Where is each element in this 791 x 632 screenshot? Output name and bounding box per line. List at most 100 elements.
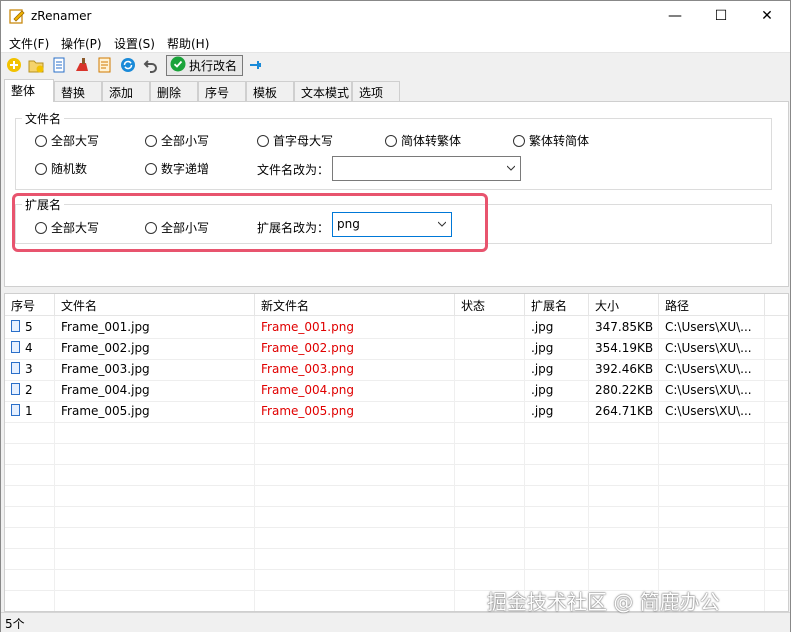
cell-extension-text: .jpg (531, 383, 554, 397)
radio-filename-capitalize[interactable]: 首字母大写 (257, 132, 333, 149)
column-divider (254, 316, 255, 611)
cell-size-text: 264.71KB (595, 404, 654, 418)
radio-label: 全部大写 (51, 134, 100, 148)
cell-size-text: 280.22KB (595, 383, 654, 397)
file-icon (11, 362, 20, 374)
title-bar: zRenamer — ☐ ✕ (1, 1, 790, 31)
radio-traditional-to-simplified[interactable]: 繁体转简体 (513, 132, 589, 149)
cell-status (455, 359, 525, 380)
clear-icon[interactable] (73, 56, 91, 74)
cell-path: C:\Users\XU\... (659, 338, 765, 359)
column-divider (524, 316, 525, 611)
row-divider (5, 422, 788, 423)
cell-filename: Frame_001.jpg (55, 317, 255, 338)
radio-ext-lower[interactable]: 全部小写 (145, 219, 209, 236)
cell-no: 2 (5, 380, 55, 401)
tab-delete[interactable]: 删除 (150, 81, 198, 101)
cell-filename-text: Frame_002.jpg (61, 341, 150, 355)
table-row[interactable]: 4 Frame_002.jpg Frame_002.png .jpg 354.19KB C… (5, 338, 788, 359)
radio-circle-icon (145, 162, 157, 175)
refresh-icon[interactable] (119, 56, 137, 74)
execute-rename-button[interactable]: 执行改名 (166, 55, 243, 76)
radio-simplified-to-traditional[interactable]: 简体转繁体 (385, 132, 461, 149)
cell-status (455, 401, 525, 422)
cell-size-text: 392.46KB (595, 362, 654, 376)
row-divider (5, 464, 788, 465)
tab-template[interactable]: 模板 (246, 81, 294, 101)
extension-change-select[interactable]: png (332, 212, 452, 237)
pin-icon[interactable] (247, 56, 265, 74)
maximize-button[interactable]: ☐ (698, 1, 744, 31)
tab-text-mode[interactable]: 文本模式 (294, 81, 352, 101)
maximize-icon: ☐ (714, 8, 728, 24)
minimize-button[interactable]: — (652, 1, 698, 31)
menu-settings[interactable]: 设置(S) (114, 35, 155, 52)
cell-extension-text: .jpg (531, 362, 554, 376)
column-divider (54, 316, 55, 611)
col-header-extension[interactable]: 扩展名 (525, 294, 589, 316)
file-icon (11, 383, 20, 395)
cell-filename: Frame_003.jpg (55, 359, 255, 380)
radio-random-number[interactable]: 随机数 (35, 160, 87, 177)
cell-path: C:\Users\XU\... (659, 317, 765, 338)
cell-filename-text: Frame_003.jpg (61, 362, 150, 376)
toolbar: 执行改名 (1, 53, 790, 78)
cell-status (455, 338, 525, 359)
chevron-down-icon (438, 221, 446, 227)
cell-no-text: 4 (25, 341, 33, 355)
cell-new-filename: Frame_003.png (255, 359, 455, 380)
list-edit-icon[interactable] (96, 56, 114, 74)
check-icon (170, 56, 186, 75)
cell-no-text: 5 (25, 320, 33, 334)
cell-no-text: 3 (25, 362, 33, 376)
table-row[interactable]: 5 Frame_001.jpg Frame_001.png .jpg 347.85KB C… (5, 317, 788, 338)
cell-new-filename: Frame_001.png (255, 317, 455, 338)
radio-ext-upper[interactable]: 全部大写 (35, 219, 99, 236)
extension-change-value: png (337, 217, 360, 231)
filename-legend: 文件名 (25, 112, 62, 126)
radio-filename-lower[interactable]: 全部小写 (145, 132, 209, 149)
row-divider (5, 485, 788, 486)
radio-number-increment[interactable]: 数字递增 (145, 160, 209, 177)
tab-overall[interactable]: 整体 (4, 79, 54, 102)
table-row[interactable]: 1 Frame_005.jpg Frame_005.png .jpg 264.71KB C… (5, 401, 788, 422)
menu-file[interactable]: 文件(F) (9, 35, 49, 52)
cell-extension: .jpg (525, 380, 589, 401)
col-header-filename[interactable]: 文件名 (55, 294, 255, 316)
menu-operation[interactable]: 操作(P) (61, 35, 102, 52)
list-header: 序号 文件名 新文件名 状态 扩展名 大小 路径 (5, 294, 788, 316)
col-header-size[interactable]: 大小 (589, 294, 659, 316)
cell-path-text: C:\Users\XU\... (665, 341, 752, 355)
cell-new-filename-text: Frame_002.png (261, 341, 354, 355)
undo-icon[interactable] (142, 56, 160, 74)
tab-options[interactable]: 选项 (352, 81, 400, 101)
cell-extension: .jpg (525, 359, 589, 380)
cell-filename: Frame_002.jpg (55, 338, 255, 359)
add-folder-icon[interactable] (27, 56, 45, 74)
col-header-no[interactable]: 序号 (5, 294, 55, 316)
add-files-icon[interactable] (5, 56, 23, 74)
tab-add[interactable]: 添加 (102, 81, 150, 101)
cell-size-text: 347.85KB (595, 320, 654, 334)
menu-help[interactable]: 帮助(H) (167, 35, 209, 52)
tab-replace[interactable]: 替换 (54, 81, 102, 101)
filename-change-select[interactable] (332, 156, 521, 181)
cell-extension: .jpg (525, 401, 589, 422)
radio-circle-icon (513, 134, 525, 147)
tab-sequence[interactable]: 序号 (198, 81, 246, 101)
col-header-status[interactable]: 状态 (455, 294, 525, 316)
cell-size: 354.19KB (589, 338, 659, 359)
document-icon[interactable] (50, 56, 68, 74)
cell-size: 264.71KB (589, 401, 659, 422)
radio-filename-upper[interactable]: 全部大写 (35, 132, 99, 149)
cell-status (455, 317, 525, 338)
close-button[interactable]: ✕ (744, 1, 790, 31)
table-row[interactable]: 3 Frame_003.jpg Frame_003.png .jpg 392.46KB C… (5, 359, 788, 380)
table-row[interactable]: 2 Frame_004.jpg Frame_004.png .jpg 280.22KB C… (5, 380, 788, 401)
cell-path-text: C:\Users\XU\... (665, 404, 752, 418)
col-header-new-filename[interactable]: 新文件名 (255, 294, 455, 316)
cell-new-filename: Frame_005.png (255, 401, 455, 422)
column-divider (454, 316, 455, 611)
col-header-path[interactable]: 路径 (659, 294, 765, 316)
cell-extension: .jpg (525, 338, 589, 359)
